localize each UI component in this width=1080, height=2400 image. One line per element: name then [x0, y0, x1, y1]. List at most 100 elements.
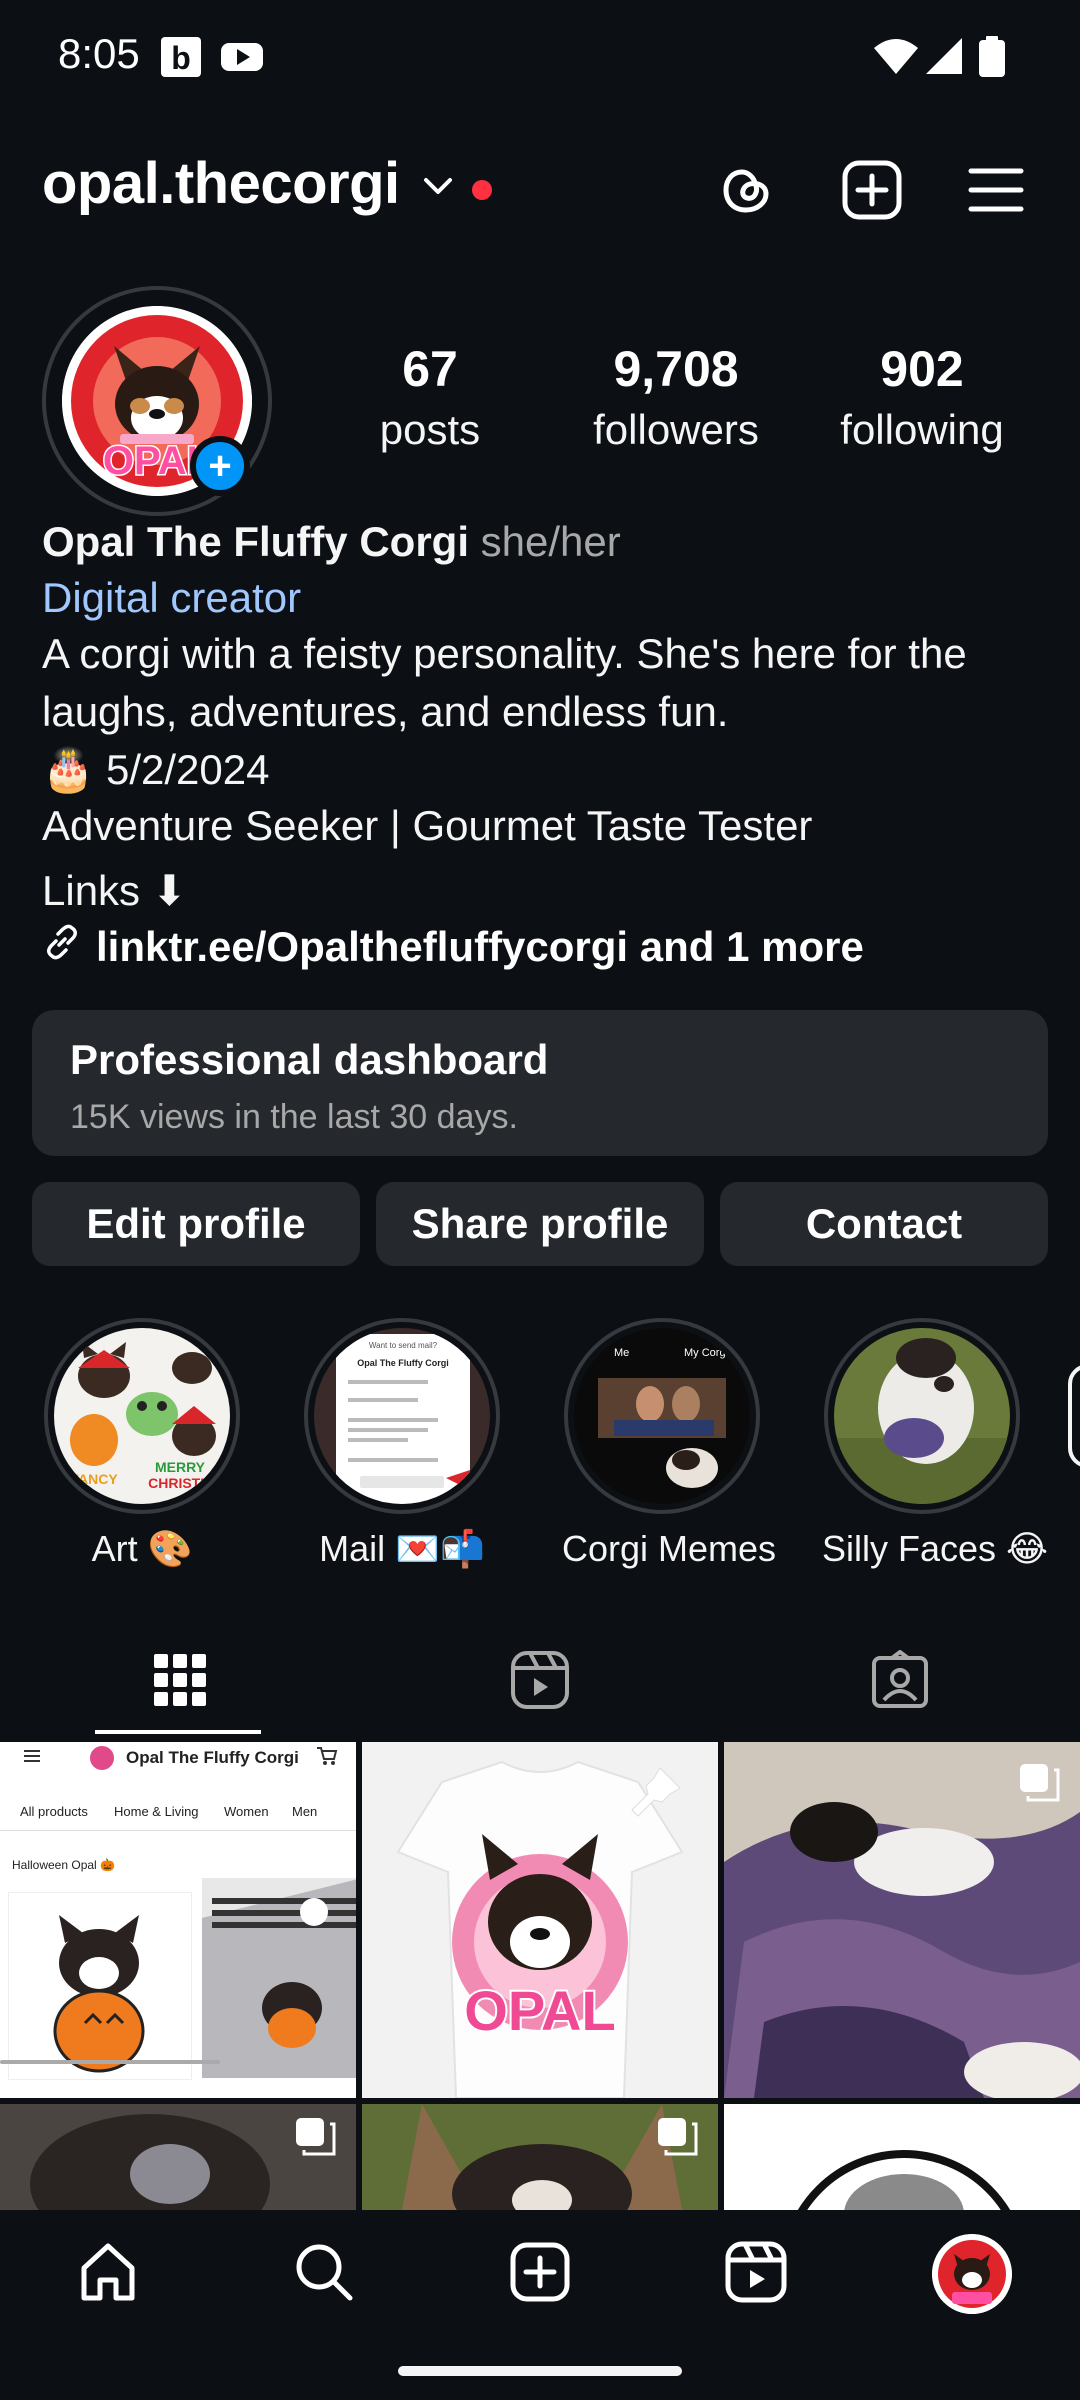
name-row: Opal The Fluffy Corgi she/her	[42, 518, 621, 566]
shop-scrollbar	[0, 2060, 220, 2064]
dashboard-title: Professional dashboard	[70, 1036, 549, 1083]
highlight-silly-cover	[834, 1328, 1010, 1504]
home-icon	[76, 2240, 140, 2309]
highlight-ring: Want to send mail? Opal The Fluffy Corgi	[304, 1318, 500, 1514]
shop-menu-icon	[22, 1748, 42, 1769]
add-story-button[interactable]: +	[190, 436, 250, 496]
cart-icon	[316, 1746, 338, 1771]
highlight-corgi-memes[interactable]: Me My Corgi Corgi Memes	[562, 1318, 776, 1570]
grid-post-shop[interactable]: Opal The Fluffy Corgi All products Home …	[0, 1742, 356, 2098]
share-profile-button[interactable]: Share profile	[376, 1182, 704, 1266]
grid-post-corgi-2[interactable]	[362, 2104, 718, 2210]
posts-label: posts	[379, 406, 481, 453]
active-tab-indicator	[95, 1730, 261, 1734]
tab-posts-grid[interactable]	[0, 1630, 360, 1734]
svg-text:b: b	[171, 40, 191, 76]
links-label: Links ⬇	[42, 867, 187, 914]
posts-count: 67	[402, 341, 458, 397]
following-stat[interactable]: 902 following	[822, 340, 1022, 454]
profile-link[interactable]: linktr.ee/Opalthefluffycorgi and 1 more	[42, 922, 864, 972]
nav-reels[interactable]	[706, 2232, 806, 2316]
followers-label: followers	[593, 406, 759, 453]
grid-post-corgi-1[interactable]	[0, 2104, 356, 2210]
account-username[interactable]: opal.thecorgi	[42, 150, 400, 217]
followers-count: 9,708	[613, 341, 739, 397]
birthday-date: 5/2/2024	[105, 746, 270, 793]
bio-line-1: A corgi with a feisty personality. She's…	[42, 630, 967, 677]
highlight-ring: FANCY MERRY CHRISTM	[44, 1318, 240, 1514]
status-time: 8:05	[58, 30, 140, 77]
pronouns: she/her	[480, 518, 621, 565]
nav-create[interactable]	[490, 2232, 590, 2316]
bio-line-2: laughs, adventures, and endless fun.	[42, 688, 729, 735]
gesture-home-indicator[interactable]	[398, 2366, 682, 2376]
art-text-fancy: FANCY	[70, 1471, 118, 1487]
edit-profile-button[interactable]: Edit profile	[32, 1182, 360, 1266]
wifi-icon	[872, 36, 920, 81]
nav-search[interactable]	[274, 2232, 374, 2316]
nav-profile[interactable]	[922, 2232, 1022, 2316]
tab-reels[interactable]	[360, 1630, 720, 1734]
highlight-art-label: Art 🎨	[91, 1528, 193, 1569]
dashboard-subtitle: 15K views in the last 30 days.	[70, 1098, 518, 1136]
link-icon	[42, 922, 82, 972]
chevron-down-icon[interactable]	[420, 172, 456, 205]
shop-laptop-card	[202, 1878, 356, 2078]
highlight-mail-label: Mail 💌📬	[319, 1528, 485, 1569]
tagline: Adventure Seeker | Gourmet Taste Tester	[42, 802, 813, 849]
tagged-icon	[870, 1649, 930, 1715]
highlight-mail-cover: Want to send mail? Opal The Fluffy Corgi	[314, 1328, 490, 1504]
meme-text-my-corgi: My Corgi	[684, 1347, 728, 1359]
art-text-christmas: CHRISTM	[148, 1475, 212, 1491]
highlight-silly-label: Silly Faces 😂	[822, 1528, 1049, 1569]
mail-heading: Want to send mail?	[369, 1341, 438, 1350]
mail-title: Opal The Fluffy Corgi	[357, 1358, 449, 1368]
shop-sticker-card	[8, 1892, 192, 2080]
search-icon	[292, 2240, 356, 2309]
highlight-art[interactable]: FANCY MERRY CHRISTM Art 🎨	[42, 1318, 242, 1570]
shirt-print-text: OPAL	[464, 1979, 615, 2042]
threads-icon[interactable]	[708, 152, 784, 228]
grid-post-shirt[interactable]: OPAL	[362, 1742, 718, 2098]
signal-icon	[924, 36, 964, 81]
following-count: 902	[880, 341, 964, 397]
display-name: Opal The Fluffy Corgi	[42, 518, 469, 565]
meme-text-me: Me	[614, 1347, 629, 1359]
following-label: following	[840, 406, 1004, 453]
shop-nav-all: All products	[20, 1804, 88, 1819]
link-text: linktr.ee/Opalthefluffycorgi and 1 more	[96, 923, 864, 970]
highlight-ring: Me My Corgi	[564, 1318, 760, 1514]
menu-icon[interactable]	[958, 152, 1034, 228]
notification-dot	[472, 180, 492, 200]
shop-divider	[0, 1830, 356, 1831]
highlight-memes-cover: Me My Corgi	[574, 1328, 750, 1504]
tab-tagged[interactable]	[720, 1630, 1080, 1734]
profile-avatar-small	[932, 2234, 1012, 2314]
shop-nav-men: Men	[292, 1804, 318, 1819]
art-text-merry: MERRY	[155, 1459, 206, 1475]
create-icon	[509, 2241, 571, 2308]
highlight-art-cover: FANCY MERRY CHRISTM	[54, 1328, 230, 1504]
followers-stat[interactable]: 9,708 followers	[576, 340, 776, 454]
reels-icon	[510, 1650, 570, 1715]
grid-post-blanket[interactable]	[724, 1742, 1080, 2098]
professional-dashboard[interactable]: Professional dashboard 15K views in the …	[32, 1010, 1048, 1156]
new-highlight-button[interactable]	[1068, 1364, 1080, 1468]
highlight-ring	[824, 1318, 1020, 1514]
highlight-mail[interactable]: Want to send mail? Opal The Fluffy Corgi…	[302, 1318, 502, 1570]
category-label: Digital creator	[42, 574, 302, 621]
create-post-icon[interactable]	[834, 152, 910, 228]
status-bar: 8:05 b	[0, 0, 1080, 120]
shop-nav-home: Home & Living	[114, 1804, 199, 1819]
grid-post-circle-logo[interactable]	[724, 2104, 1080, 2210]
shop-title: Opal The Fluffy Corgi	[126, 1748, 299, 1767]
battery-icon	[978, 36, 1006, 83]
contact-button[interactable]: Contact	[720, 1182, 1048, 1266]
birthday-row: 🎂 5/2/2024	[42, 746, 269, 795]
shop-nav-women: Women	[224, 1804, 269, 1819]
shop-section-title: Halloween Opal 🎃	[12, 1858, 115, 1872]
reels-icon	[725, 2241, 787, 2308]
highlight-silly-faces[interactable]: Silly Faces 😂	[822, 1318, 1049, 1570]
nav-home[interactable]	[58, 2232, 158, 2316]
posts-stat[interactable]: 67 posts	[360, 340, 500, 454]
